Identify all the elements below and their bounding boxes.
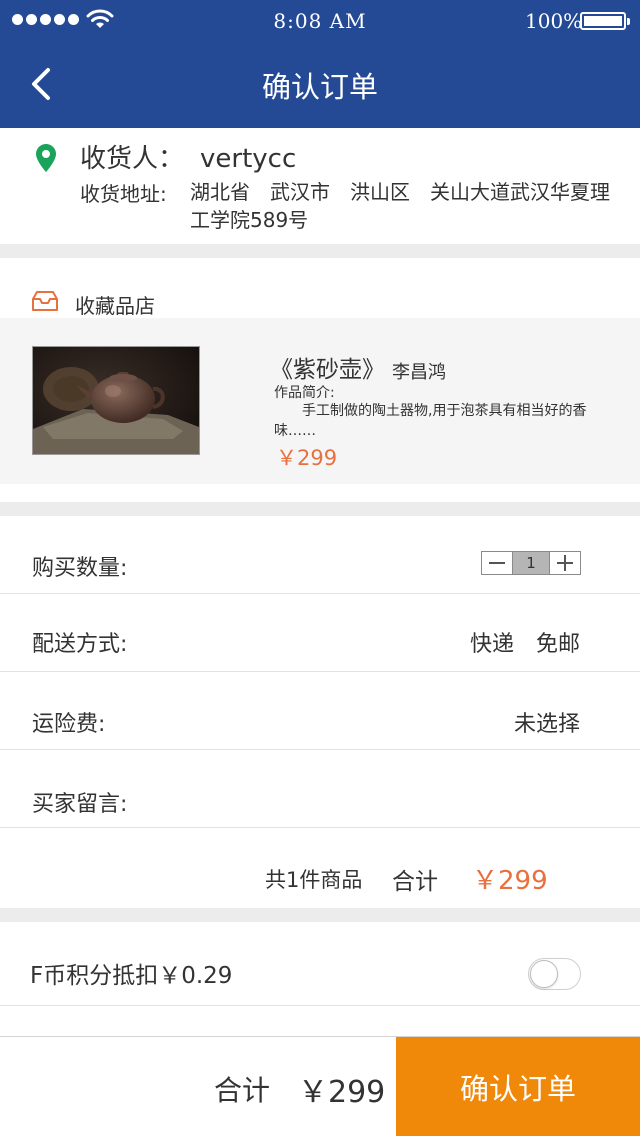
address-section[interactable]: 收货人： vertycc 收货地址: 湖北省 武汉市 洪山区 关山大道武汉华夏理工…	[0, 128, 640, 244]
product-title: 《紫砂壶》	[270, 357, 385, 383]
message-row[interactable]: 买家留言:	[0, 750, 640, 828]
insurance-value: 未选择	[513, 712, 580, 737]
points-row: F币积分抵扣￥0.29	[0, 922, 640, 1006]
plus-icon[interactable]	[550, 552, 580, 574]
order-summary: 共1件商品 合计 ￥299	[0, 830, 640, 908]
delivery-value: 快递 免邮	[469, 632, 580, 657]
delivery-row[interactable]: 配送方式: 快递 免邮	[0, 594, 640, 672]
bottom-total-value: ￥299	[298, 1075, 386, 1110]
address-label: 收货地址:	[80, 182, 167, 206]
quantity-stepper: 1	[481, 551, 581, 575]
section-divider	[0, 908, 640, 922]
receiver-name: vertycc	[200, 144, 297, 174]
insurance-row[interactable]: 运险费: 未选择	[0, 672, 640, 750]
bottom-total-label: 合计	[214, 1074, 271, 1107]
quantity-value[interactable]: 1	[512, 552, 550, 574]
receiver: 收货人： vertycc	[80, 138, 296, 175]
bottom-bar: 合计 ￥299 确认订单	[0, 1036, 640, 1136]
message-label: 买家留言:	[32, 792, 128, 817]
product-image	[32, 346, 200, 455]
address-text: 湖北省 武汉市 洪山区 关山大道武汉华夏理工学院589号	[190, 180, 610, 232]
product-card[interactable]: 《紫砂壶》 李昌鸿 作品简介: 手工制做的陶土器物,用于泡茶具有相当好的香味………	[0, 318, 640, 484]
section-divider	[0, 244, 640, 258]
quantity-row: 购买数量: 1	[0, 516, 640, 594]
battery-percent: 100%	[525, 9, 583, 33]
nav-bar: 确认订单	[0, 40, 640, 128]
location-pin-icon	[36, 144, 56, 172]
shop-name: 收藏品店	[75, 294, 155, 318]
receiver-label: 收货人：	[80, 144, 185, 174]
summary-total-label: 合计	[392, 869, 438, 895]
product-author: 李昌鸿	[392, 362, 446, 383]
points-toggle[interactable]	[528, 958, 581, 990]
confirm-order-button[interactable]: 确认订单	[396, 1037, 640, 1136]
shop-header[interactable]: 收藏品店	[0, 278, 640, 318]
section-divider	[0, 502, 640, 516]
product-intro-label: 作品简介:	[274, 385, 335, 401]
delivery-label: 配送方式:	[32, 632, 128, 657]
product-price: ￥299	[276, 446, 338, 470]
minus-icon[interactable]	[482, 552, 512, 574]
battery-icon	[580, 12, 630, 30]
summary-total-value: ￥299	[472, 866, 548, 896]
points-label: F币积分抵扣￥0.29	[30, 963, 233, 989]
quantity-label: 购买数量:	[32, 556, 128, 581]
insurance-label: 运险费:	[32, 712, 106, 737]
item-count: 共1件商品	[265, 868, 363, 892]
product-intro: 手工制做的陶土器物,用于泡茶具有相当好的香味……	[274, 403, 587, 439]
status-bar: 8:08 AM 100%	[0, 0, 640, 40]
page-title: 确认订单	[261, 70, 378, 104]
toggle-knob	[530, 960, 558, 988]
shop-box-icon	[32, 291, 58, 311]
